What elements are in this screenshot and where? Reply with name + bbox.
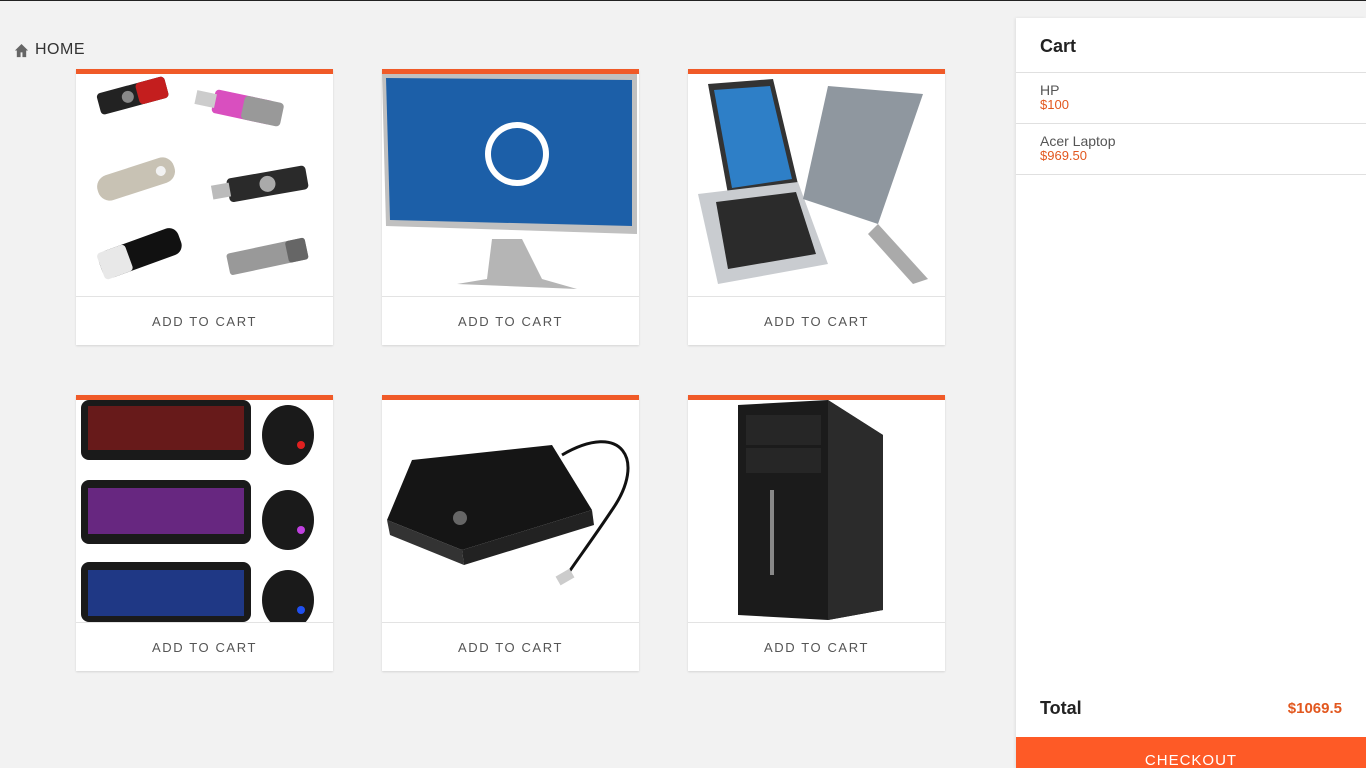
breadcrumb[interactable]: HOME	[14, 41, 85, 59]
add-to-cart-button[interactable]: ADD TO CART	[76, 296, 333, 345]
home-icon	[14, 43, 29, 58]
cart-item[interactable]: Acer Laptop $969.50	[1016, 124, 1366, 175]
total-value: $1069.5	[1287, 700, 1342, 717]
product-card: ADD TO CART	[76, 69, 333, 345]
breadcrumb-home-label[interactable]: HOME	[35, 41, 85, 59]
add-to-cart-button[interactable]: ADD TO CART	[382, 622, 639, 671]
cart-total: Total $1069.5	[1040, 698, 1342, 719]
add-to-cart-button[interactable]: ADD TO CART	[76, 622, 333, 671]
product-image-hp-monitor	[382, 74, 639, 296]
product-image-external-hard-drive	[382, 400, 639, 622]
cart-item-price: $969.50	[1040, 148, 1087, 163]
cart-title: Cart	[1016, 18, 1366, 73]
cart-item[interactable]: HP $100	[1016, 73, 1366, 124]
product-image-acer-laptops	[688, 74, 945, 296]
cart-item-name: HP	[1040, 82, 1060, 98]
add-to-cart-button[interactable]: ADD TO CART	[688, 296, 945, 345]
cart-panel: Cart HP $100 Acer Laptop $969.50 Total $…	[1016, 18, 1366, 768]
product-image-desktop-tower	[688, 400, 945, 622]
product-card: ADD TO CART	[382, 69, 639, 345]
product-card: ADD TO CART	[688, 395, 945, 671]
product-card: ADD TO CART	[382, 395, 639, 671]
add-to-cart-button[interactable]: ADD TO CART	[688, 622, 945, 671]
checkout-button[interactable]: CHECKOUT	[1016, 737, 1366, 768]
total-label: Total	[1040, 698, 1082, 718]
product-card: ADD TO CART	[688, 69, 945, 345]
product-image-usb-drives	[76, 74, 333, 296]
cart-item-price: $100	[1040, 97, 1069, 112]
product-image-keyboards-mice	[76, 400, 333, 622]
product-card: ADD TO CART	[76, 395, 333, 671]
add-to-cart-button[interactable]: ADD TO CART	[382, 296, 639, 345]
cart-item-name: Acer Laptop	[1040, 133, 1116, 149]
